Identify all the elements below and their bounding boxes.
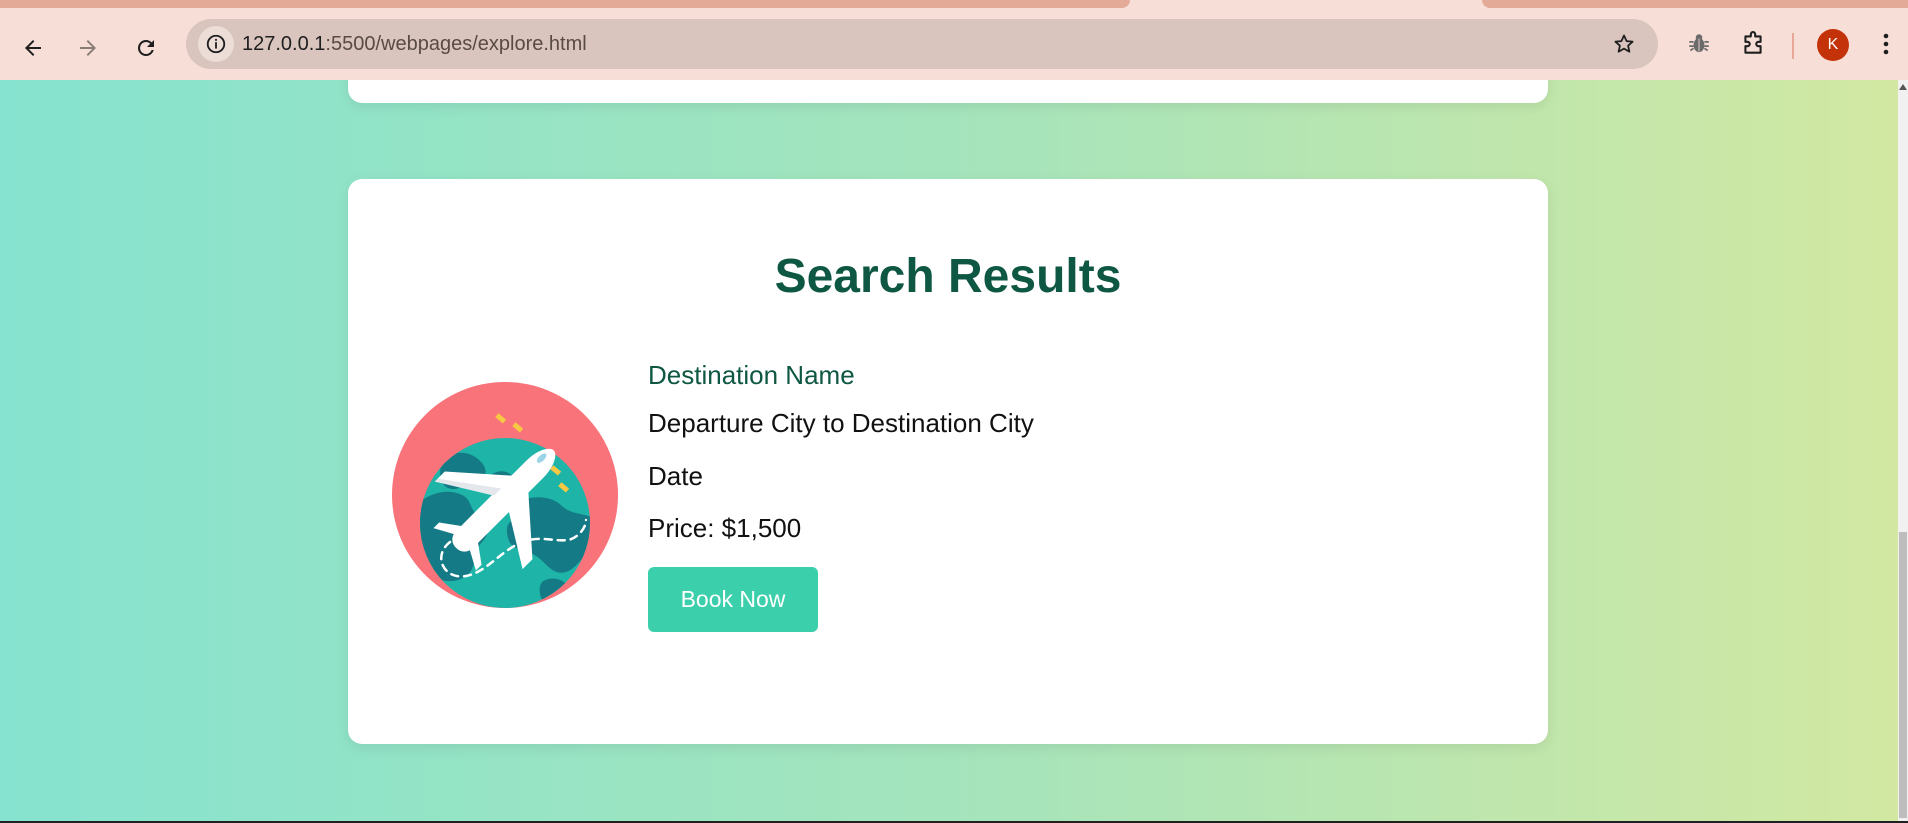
scrollbar-thumb[interactable] <box>1899 532 1907 818</box>
page-scrollbar[interactable] <box>1898 80 1908 823</box>
search-results-heading: Search Results <box>774 250 1122 303</box>
reload-button[interactable] <box>126 28 166 68</box>
back-arrow-icon <box>25 40 41 56</box>
puzzle-extension-icon <box>1744 31 1762 54</box>
destination-name: Destination Name <box>648 360 855 390</box>
profile-avatar[interactable]: K <box>1817 29 1849 61</box>
globe-airplane-icon <box>392 382 618 608</box>
page-viewport: Search Results Destination Name Departur… <box>0 80 1898 821</box>
bug-extension-button[interactable] <box>1686 31 1712 62</box>
bug-extension-icon <box>1689 34 1709 53</box>
book-now-button[interactable]: Book Now <box>648 567 818 632</box>
address-bar[interactable]: 127.0.0.1:5500/webpages/explore.html <box>186 19 1658 69</box>
kebab-menu-icon <box>1883 33 1889 55</box>
search-results-card: Search Results Destination Name Departur… <box>348 179 1548 744</box>
date-text: Date <box>648 461 703 491</box>
browser-tab[interactable] <box>1482 0 1908 8</box>
bookmark-button[interactable] <box>1612 32 1636 61</box>
price-text: Price: $1,500 <box>648 513 802 543</box>
url-path: :5500/webpages/explore.html <box>325 33 587 55</box>
scroll-up-arrow-icon[interactable] <box>1899 84 1907 90</box>
browser-tab[interactable] <box>0 0 1130 8</box>
site-info-button[interactable] <box>198 26 234 62</box>
forward-arrow-icon <box>80 40 96 56</box>
star-icon <box>1614 34 1634 53</box>
site-info-icon <box>206 34 226 54</box>
extensions-button[interactable] <box>1740 31 1766 62</box>
back-button[interactable] <box>13 28 53 68</box>
previous-card <box>348 80 1548 103</box>
forward-button[interactable] <box>68 28 108 68</box>
tab-strip <box>0 0 1908 8</box>
browser-toolbar: 127.0.0.1:5500/webpages/explore.html K <box>0 8 1908 80</box>
browser-menu-button[interactable] <box>1876 31 1896 62</box>
toolbar-divider <box>1792 33 1794 59</box>
url-text: 127.0.0.1:5500/webpages/explore.html <box>242 19 587 69</box>
url-host: 127.0.0.1 <box>242 33 326 55</box>
route-text: Departure City to Destination City <box>648 408 1034 438</box>
reload-icon <box>137 39 154 56</box>
